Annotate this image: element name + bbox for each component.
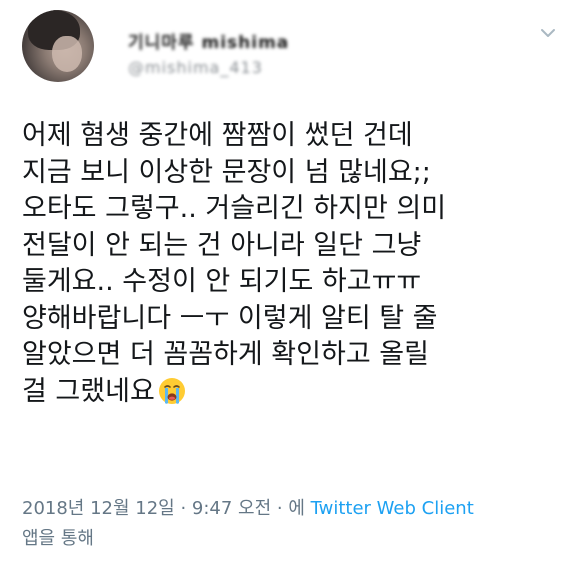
tweet-line: 지금 보니 이상한 문장이 넘 많네요;;: [22, 156, 431, 188]
tweet-card: 기니마루 mishima @mishima_413 어제 혐생 중간에 짬짬이 …: [0, 0, 580, 568]
tweet-line: 오타도 그렇구.. 거슬리긴 하지만 의미: [22, 193, 447, 224]
tweet-line: 전달이 안 되는 건 아니라 일단 그냥: [22, 229, 422, 261]
chevron-down-icon[interactable]: [540, 26, 556, 40]
tweet-line: 둘게요.. 수정이 안 되기도 하고ㅠㅠ: [22, 266, 422, 297]
display-name[interactable]: 기니마루 mishima: [128, 28, 289, 53]
source-link[interactable]: Twitter Web Client: [311, 498, 474, 519]
tweet-text: 어제 혐생 중간에 짬짬이 썼던 건데 지금 보니 이상한 문장이 넘 많네요;…: [22, 118, 570, 410]
loudly-crying-face-icon: [158, 377, 185, 404]
tweet-line: 알았으면 더 꼼꼼하게 확인하고 올릴: [22, 339, 429, 370]
avatar-face: [52, 36, 82, 72]
tweet-line-last: 걸 그랬네요: [22, 374, 570, 411]
user-handle[interactable]: @mishima_413: [128, 58, 263, 77]
timestamp[interactable]: 2018년 12월 12일 · 9:47 오전 · 에: [22, 498, 311, 519]
tweet-line: 어제 혐생 중간에 짬짬이 썼던 건데: [22, 120, 413, 151]
tweet-line: 양해바랍니다 ㅡㅜ 이렇게 알티 탈 줄: [22, 302, 438, 334]
source-suffix: 앱을 통해: [22, 528, 94, 549]
avatar[interactable]: [22, 10, 94, 82]
tweet-meta: 2018년 12월 12일 · 9:47 오전 · 에 Twitter Web …: [22, 494, 570, 554]
tweet-line-text: 걸 그랬네요: [22, 375, 155, 407]
